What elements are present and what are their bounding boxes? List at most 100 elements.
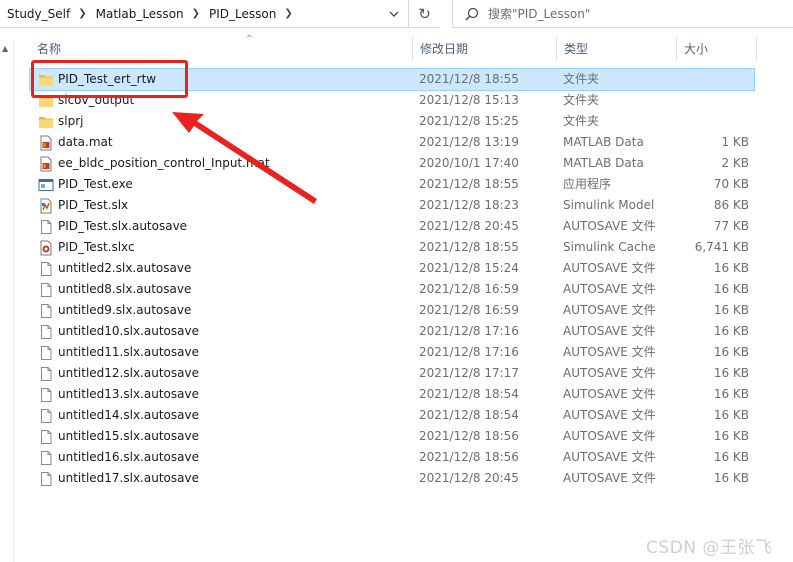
- file-list: PID_Test_ert_rtw 2021/12/8 18:55 文件夹 slcov_…: [29, 68, 755, 489]
- column-header-date[interactable]: 修改日期: [413, 36, 557, 62]
- breadcrumb-separator-icon[interactable]: ❯: [76, 8, 88, 19]
- file-date: 2021/12/8 18:56: [419, 429, 519, 443]
- address-history-dropdown[interactable]: [380, 0, 408, 28]
- search-icon: [465, 7, 479, 21]
- file-name: slprj: [58, 114, 84, 128]
- file-size: 16 KB: [713, 471, 749, 485]
- file-size: 16 KB: [713, 408, 749, 422]
- file-date: 2021/12/8 17:16: [419, 324, 519, 338]
- file-row[interactable]: untitled8.slx.autosave 2021/12/8 16:59 AUT…: [30, 279, 754, 300]
- file-name: untitled11.slx.autosave: [58, 345, 199, 359]
- file-size: 16 KB: [713, 261, 749, 275]
- doc-icon: [38, 324, 54, 340]
- file-name: PID_Test.slx: [58, 198, 129, 212]
- file-type: AUTOSAVE 文件: [563, 450, 656, 464]
- file-name: data.mat: [58, 135, 113, 149]
- doc-icon: [38, 429, 54, 445]
- file-row[interactable]: untitled14.slx.autosave 2021/12/8 18:54 AU…: [30, 405, 754, 426]
- search-box[interactable]: 搜索"PID_Lesson": [452, 0, 793, 28]
- file-date: 2021/12/8 18:55: [419, 240, 519, 254]
- file-type: 文件夹: [563, 93, 600, 107]
- column-header-type[interactable]: 类型: [557, 36, 677, 62]
- doc-icon: [38, 366, 54, 382]
- file-row[interactable]: untitled11.slx.autosave 2021/12/8 17:16 AU…: [30, 342, 754, 363]
- column-header-bar: 名称 ⌃ 修改日期 类型 大小: [30, 34, 760, 62]
- address-bar[interactable]: Study_Self ❯ Matlab_Lesson ❯ PID_Lesson …: [0, 0, 440, 28]
- file-size: 16 KB: [713, 366, 749, 380]
- column-header-size[interactable]: 大小: [677, 36, 757, 62]
- file-type: AUTOSAVE 文件: [563, 408, 656, 422]
- file-date: 2021/12/8 16:59: [419, 282, 519, 296]
- breadcrumb-pid-lesson[interactable]: PID_Lesson: [202, 7, 282, 21]
- doc-icon: [38, 219, 54, 235]
- file-row[interactable]: PID_Test.exe 2021/12/8 18:55 应用程序 70 KB: [30, 174, 754, 195]
- file-date: 2021/12/8 18:54: [419, 387, 519, 401]
- file-row[interactable]: untitled2.slx.autosave 2021/12/8 15:24 AUT…: [30, 258, 754, 279]
- file-date: 2020/10/1 17:40: [419, 156, 519, 170]
- file-type: 文件夹: [563, 114, 600, 128]
- file-type: 应用程序: [563, 177, 612, 191]
- breadcrumb-matlab-lesson[interactable]: Matlab_Lesson: [89, 7, 190, 21]
- file-row[interactable]: untitled16.slx.autosave 2021/12/8 18:56 AU…: [30, 447, 754, 468]
- slxc-icon: [38, 240, 54, 256]
- file-row[interactable]: untitled17.slx.autosave 2021/12/8 20:45 AU…: [30, 468, 754, 489]
- file-row[interactable]: PID_Test.slx.autosave 2021/12/8 20:45 AUTO…: [30, 216, 754, 237]
- breadcrumb-study-self[interactable]: Study_Self: [0, 7, 76, 21]
- file-date: 2021/12/8 17:16: [419, 345, 519, 359]
- file-row[interactable]: PID_Test.slx 2021/12/8 18:23 Simulink Mode…: [30, 195, 754, 216]
- file-row[interactable]: untitled12.slx.autosave 2021/12/8 17:17 AU…: [30, 363, 754, 384]
- doc-icon: [38, 345, 54, 361]
- file-size: 86 KB: [713, 198, 749, 212]
- breadcrumb-separator-icon[interactable]: ❯: [282, 8, 294, 19]
- file-name: untitled14.slx.autosave: [58, 408, 199, 422]
- column-header-name[interactable]: 名称: [30, 36, 413, 62]
- doc-icon: [38, 261, 54, 277]
- file-name: untitled9.slx.autosave: [58, 303, 192, 317]
- file-type: AUTOSAVE 文件: [563, 219, 656, 233]
- file-size: 16 KB: [713, 282, 749, 296]
- file-row[interactable]: PID_Test.slxc 2021/12/8 18:55 Simulink Cac…: [30, 237, 754, 258]
- file-row[interactable]: ee_bldc_position_control_Input.mat 2020/1…: [30, 153, 754, 174]
- file-size: 1 KB: [721, 135, 749, 149]
- mat-icon: [38, 156, 54, 172]
- file-type: AUTOSAVE 文件: [563, 366, 656, 380]
- file-row[interactable]: untitled10.slx.autosave 2021/12/8 17:16 AU…: [30, 321, 754, 342]
- doc-icon: [38, 387, 54, 403]
- search-placeholder: 搜索"PID_Lesson": [488, 7, 591, 21]
- refresh-icon: ↻: [418, 5, 431, 23]
- exe-icon: [38, 177, 54, 193]
- file-date: 2021/12/8 18:56: [419, 450, 519, 464]
- file-date: 2021/12/8 18:55: [419, 177, 519, 191]
- file-row[interactable]: untitled9.slx.autosave 2021/12/8 16:59 AUT…: [30, 300, 754, 321]
- file-row[interactable]: untitled13.slx.autosave 2021/12/8 18:54 AU…: [30, 384, 754, 405]
- file-size: 16 KB: [713, 429, 749, 443]
- file-type: Simulink Cache: [563, 240, 656, 254]
- highlight-box: [31, 60, 188, 98]
- file-date: 2021/12/8 18:23: [419, 198, 519, 212]
- file-type: AUTOSAVE 文件: [563, 261, 656, 275]
- file-type: 文件夹: [563, 72, 600, 86]
- file-type: MATLAB Data: [563, 135, 644, 149]
- doc-icon: [38, 471, 54, 487]
- file-row[interactable]: slprj 2021/12/8 15:25 文件夹: [30, 111, 754, 132]
- file-size: 2 KB: [721, 156, 749, 170]
- file-row[interactable]: untitled15.slx.autosave 2021/12/8 18:56 AU…: [30, 426, 754, 447]
- file-name: untitled17.slx.autosave: [58, 471, 199, 485]
- file-date: 2021/12/8 15:13: [419, 93, 519, 107]
- file-name: untitled12.slx.autosave: [58, 366, 199, 380]
- file-type: AUTOSAVE 文件: [563, 282, 656, 296]
- file-date: 2021/12/8 16:59: [419, 303, 519, 317]
- file-row[interactable]: data.mat 2021/12/8 13:19 MATLAB Data 1 KB: [30, 132, 754, 153]
- breadcrumb-separator-icon[interactable]: ❯: [190, 8, 202, 19]
- file-name: untitled16.slx.autosave: [58, 450, 199, 464]
- navigation-pane-edge[interactable]: ▲: [0, 40, 14, 562]
- file-date: 2021/12/8 20:45: [419, 471, 519, 485]
- file-date: 2021/12/8 13:19: [419, 135, 519, 149]
- refresh-button[interactable]: ↻: [408, 0, 440, 28]
- file-type: AUTOSAVE 文件: [563, 345, 656, 359]
- doc-icon: [38, 303, 54, 319]
- file-size: 16 KB: [713, 324, 749, 338]
- scroll-up-icon[interactable]: ▲: [2, 44, 8, 53]
- mat-icon: [38, 135, 54, 151]
- file-name: PID_Test.slxc: [58, 240, 135, 254]
